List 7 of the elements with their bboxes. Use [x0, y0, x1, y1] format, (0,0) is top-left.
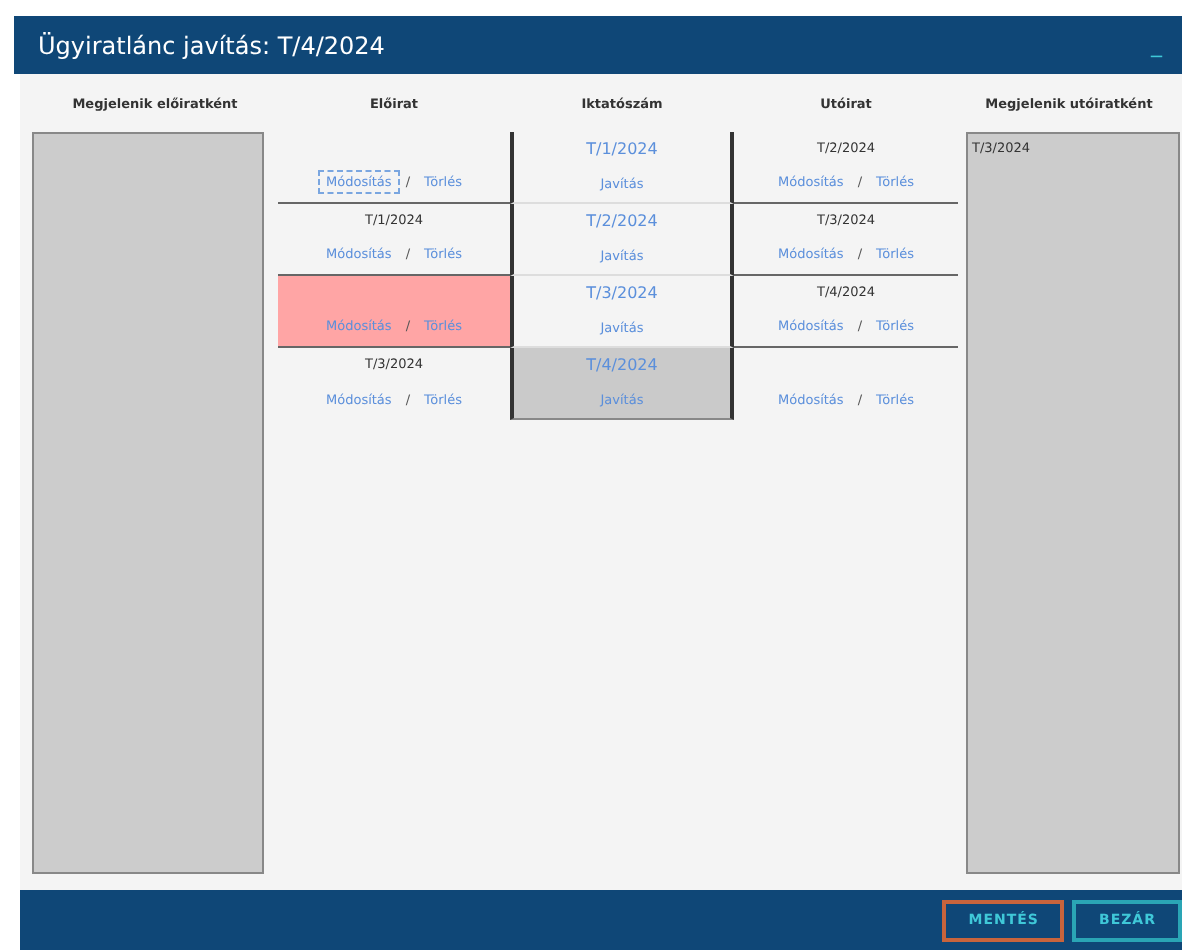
minimize-button[interactable]: _: [1151, 32, 1162, 58]
filing-number[interactable]: T/2/2024: [586, 211, 658, 229]
window-title: Ügyiratlánc javítás: T/4/2024: [38, 31, 385, 59]
previous-list[interactable]: [32, 132, 264, 874]
filing-number[interactable]: T/3/2024: [586, 283, 658, 301]
filing-number[interactable]: T/1/2024: [586, 139, 658, 157]
filing-number[interactable]: T/4/2024: [586, 355, 658, 373]
